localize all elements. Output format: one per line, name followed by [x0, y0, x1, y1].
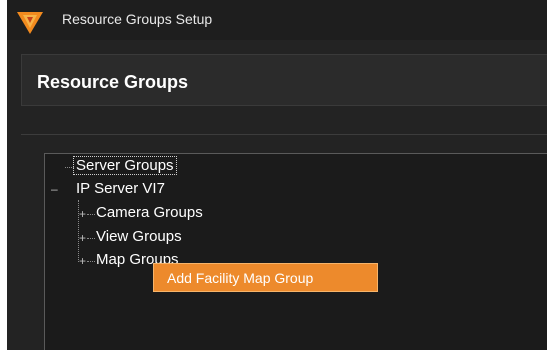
expand-icon[interactable]: + — [79, 255, 86, 267]
context-menu: Add Facility Map Group — [153, 263, 378, 292]
expand-icon[interactable]: + — [79, 232, 86, 244]
window-title: Resource Groups Setup — [62, 11, 213, 27]
expand-icon[interactable]: + — [79, 208, 86, 220]
tree-line — [87, 214, 95, 215]
tree-line — [87, 261, 95, 262]
tree-line — [87, 238, 95, 239]
header-panel: Resource Groups — [21, 54, 547, 106]
tree-node-server-groups[interactable]: Server Groups — [73, 156, 177, 175]
page-title: Resource Groups — [37, 72, 189, 92]
tree-node-ip-server[interactable]: IP Server VI7 — [76, 180, 165, 197]
app-logo-icon — [17, 12, 43, 34]
menu-item-add-facility-map-group[interactable]: Add Facility Map Group — [167, 270, 313, 286]
divider — [21, 134, 547, 135]
tree-line — [65, 167, 74, 168]
tree-node-view-groups[interactable]: View Groups — [96, 228, 182, 245]
setup-window: Resource Groups Setup Resource Groups Se… — [7, 0, 547, 350]
title-bar: Resource Groups Setup — [7, 0, 547, 40]
collapse-icon[interactable]: – — [51, 183, 58, 195]
tree-node-camera-groups[interactable]: Camera Groups — [96, 204, 203, 221]
resource-tree[interactable]: Server Groups – IP Server VI7 + Camera G… — [44, 153, 547, 350]
